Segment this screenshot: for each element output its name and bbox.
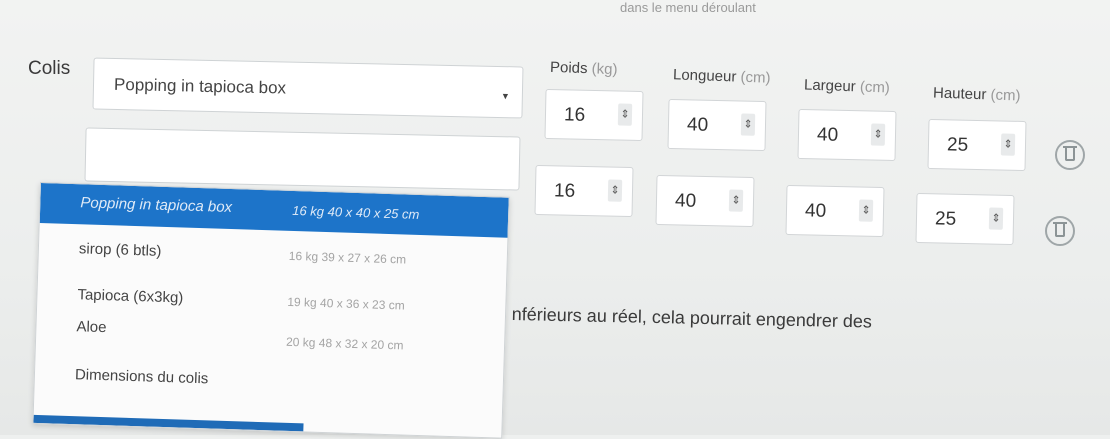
trash-icon[interactable]: [1045, 216, 1075, 246]
hauteur-value: 25: [934, 208, 957, 230]
poids-value: 16: [563, 104, 586, 126]
option-meta: 16 kg 39 x 27 x 26 cm: [288, 248, 407, 267]
col-head-largeur-unit: (cm): [859, 78, 891, 97]
option-name: Dimensions du colis: [74, 366, 209, 388]
option-name: Aloe: [76, 318, 107, 337]
spinner-arrows-icon[interactable]: ⇕: [870, 123, 886, 146]
poids-input-row-2[interactable]: 16 ⇕: [534, 164, 634, 218]
largeur-input-row-1[interactable]: 40 ⇕: [797, 108, 897, 162]
hauteur-value: 25: [946, 134, 969, 156]
col-head-largeur: Largeur (cm): [804, 77, 890, 97]
spinner-arrows-icon[interactable]: ⇕: [858, 199, 874, 222]
colis-label: Colis: [28, 58, 71, 79]
warning-text: nférieurs au réel, cela pourrait engendr…: [511, 304, 873, 332]
spinner-arrows-icon[interactable]: ⇕: [1000, 133, 1016, 156]
col-head-longueur: Longueur (cm): [673, 66, 771, 86]
longueur-value: 40: [686, 114, 709, 136]
package-select-row-1[interactable]: Popping in tapioca box ▼: [92, 57, 524, 119]
hauteur-input-row-2[interactable]: 25 ⇕: [915, 192, 1015, 246]
dropdown-option[interactable]: Dimensions du colis: [34, 355, 503, 410]
option-meta: 16 kg 40 x 40 x 25 cm: [291, 202, 420, 222]
col-head-poids: Poids (kg): [550, 59, 618, 78]
col-head-hauteur-name: Hauteur: [932, 84, 987, 104]
col-head-poids-name: Poids: [549, 58, 588, 78]
package-select-row-2[interactable]: [84, 127, 521, 191]
spinner-arrows-icon[interactable]: ⇕: [740, 113, 756, 136]
spinner-arrows-icon[interactable]: ⇕: [607, 179, 623, 202]
option-meta: 19 kg 40 x 36 x 23 cm: [287, 294, 405, 313]
option-name: Popping in tapioca box: [80, 194, 233, 217]
dropdown-option[interactable]: sirop (6 btls) 16 kg 39 x 27 x 26 cm: [38, 229, 507, 284]
option-name: sirop (6 btls): [78, 240, 162, 260]
option-name: Tapioca (6x3kg): [77, 286, 184, 307]
largeur-value: 40: [816, 124, 839, 146]
package-form-page: dans le menu déroulant Colis Poids (kg) …: [0, 0, 1110, 439]
trash-icon[interactable]: [1055, 140, 1085, 170]
spinner-arrows-icon[interactable]: ⇕: [617, 103, 633, 126]
hauteur-input-row-1[interactable]: 25 ⇕: [927, 118, 1027, 172]
caret-down-icon: ▼: [500, 91, 510, 102]
largeur-value: 40: [804, 200, 827, 222]
dropdown-option[interactable]: Popping in tapioca box 16 kg 40 x 40 x 2…: [39, 183, 509, 238]
largeur-input-row-2[interactable]: 40 ⇕: [785, 184, 885, 238]
longueur-value: 40: [674, 190, 697, 212]
col-head-poids-unit: (kg): [591, 60, 618, 79]
poids-value: 16: [553, 180, 576, 202]
spinner-arrows-icon[interactable]: ⇕: [988, 207, 1004, 230]
longueur-input-row-1[interactable]: 40 ⇕: [667, 98, 767, 152]
col-head-longueur-name: Longueur: [672, 66, 737, 86]
spinner-arrows-icon[interactable]: ⇕: [728, 189, 744, 212]
package-select-value: Popping in tapioca box: [113, 74, 287, 98]
helper-hint: dans le menu déroulant: [620, 0, 756, 15]
package-dropdown-menu: Popping in tapioca box 16 kg 40 x 40 x 2…: [32, 182, 510, 439]
col-head-hauteur: Hauteur (cm): [933, 84, 1021, 104]
col-head-largeur-name: Largeur: [803, 76, 856, 96]
col-head-hauteur-unit: (cm): [990, 86, 1021, 105]
option-meta: 20 kg 48 x 32 x 20 cm: [285, 334, 404, 353]
col-head-longueur-unit: (cm): [740, 68, 771, 87]
longueur-input-row-2[interactable]: 40 ⇕: [655, 174, 755, 228]
poids-input-row-1[interactable]: 16 ⇕: [544, 88, 644, 142]
dropdown-scroll-indicator: [33, 414, 304, 432]
